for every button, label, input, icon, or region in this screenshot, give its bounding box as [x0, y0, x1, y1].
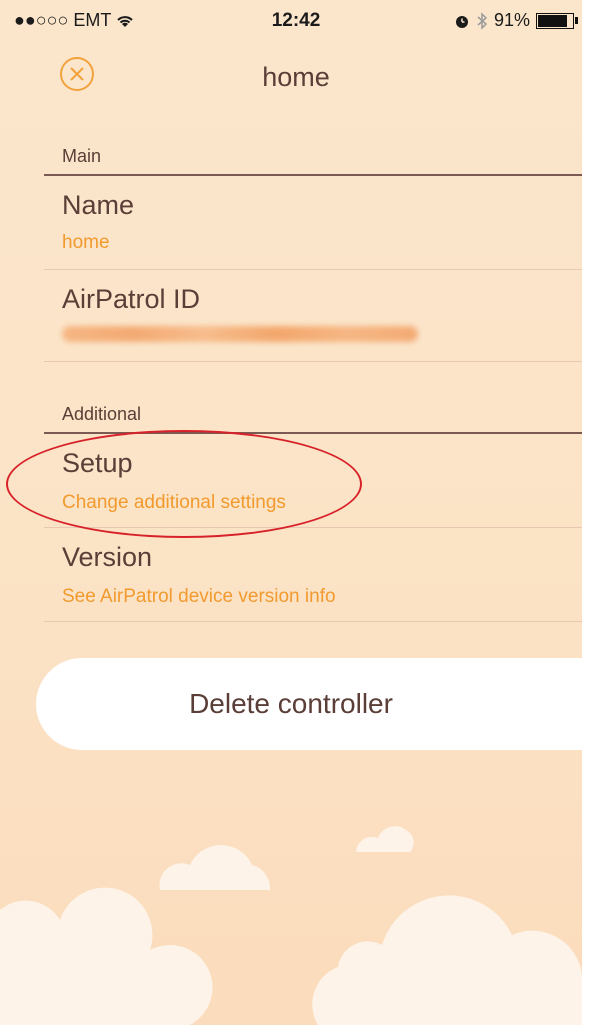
- row-name-value: home: [62, 232, 110, 253]
- row-divider: [44, 361, 582, 362]
- bluetooth-icon: [477, 11, 488, 30]
- status-right: 91%: [454, 10, 578, 31]
- row-version-title: Version: [62, 542, 153, 572]
- row-name[interactable]: Name home: [44, 176, 582, 270]
- row-name-title: Name: [62, 190, 135, 220]
- section-header-additional: Additional: [62, 404, 142, 424]
- alarm-icon: [455, 15, 468, 28]
- row-divider: [44, 621, 582, 622]
- battery-fill: [538, 14, 568, 27]
- annotation-ellipse: [6, 430, 362, 538]
- airpatrol-id-redacted: [62, 326, 418, 342]
- clouds-illustration: [0, 826, 582, 1025]
- row-airpatrol-id-title: AirPatrol ID: [62, 284, 201, 314]
- delete-controller-label: Delete controller: [189, 688, 393, 719]
- status-bar: ●●○○○ EMT 12:42 91%: [0, 0, 592, 40]
- battery-percent: 91%: [493, 10, 530, 30]
- row-version-subtitle: See AirPatrol device version info: [62, 586, 336, 607]
- row-airpatrol-id[interactable]: AirPatrol ID: [44, 270, 582, 362]
- section-header-main: Main: [62, 146, 102, 166]
- page-title: home: [262, 62, 330, 92]
- right-margin: [582, 0, 592, 1025]
- row-version[interactable]: Version See AirPatrol device version inf…: [44, 528, 582, 622]
- delete-controller-button[interactable]: Delete controller: [36, 658, 592, 750]
- battery-icon: [536, 12, 578, 29]
